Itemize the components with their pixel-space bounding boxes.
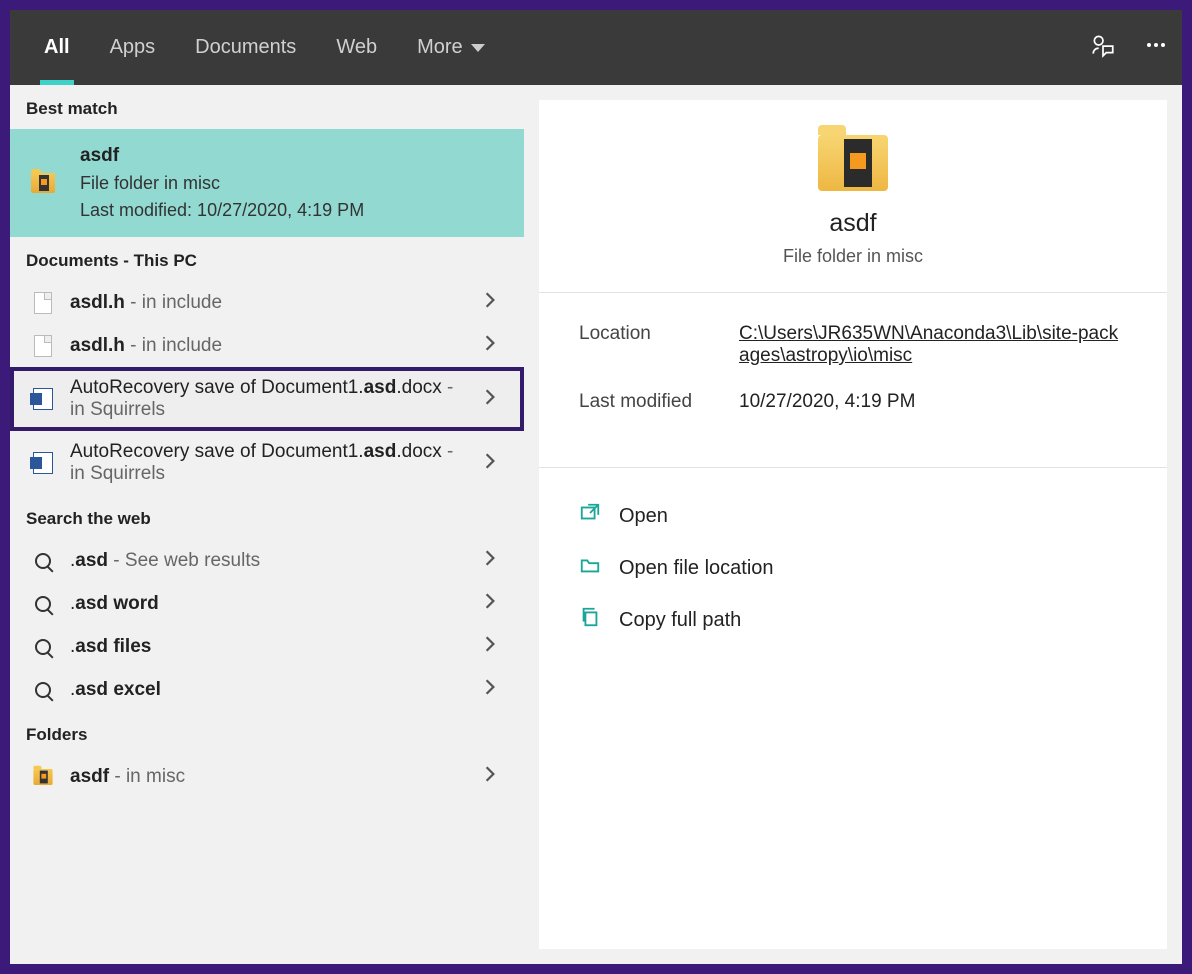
tab-documents[interactable]: Documents <box>175 10 316 85</box>
doc-result[interactable]: asdl.h - in include <box>10 281 524 324</box>
folder-icon-large <box>818 135 888 191</box>
best-match-header: Best match <box>10 85 524 129</box>
result-pre: AutoRecovery save of Document1. <box>70 377 364 398</box>
result-bold: asd <box>364 441 397 462</box>
search-icon <box>35 553 51 569</box>
word-file-icon <box>33 388 53 410</box>
best-match-modified: Last modified: 10/27/2020, 4:19 PM <box>80 200 494 221</box>
search-icon <box>35 682 51 698</box>
result-post: .docx <box>396 441 441 462</box>
filter-tabs: All Apps Documents Web More <box>24 10 505 85</box>
search-window: All Apps Documents Web More Best match <box>10 10 1182 964</box>
result-bold2: excel <box>113 679 161 700</box>
result-bold: asd <box>75 636 108 657</box>
file-icon <box>34 292 52 314</box>
action-open-location[interactable]: Open file location <box>579 542 1127 594</box>
web-result[interactable]: .asd excel <box>10 668 524 711</box>
folder-open-icon <box>579 554 619 582</box>
chevron-right-icon[interactable] <box>484 388 506 411</box>
result-name: asdl.h <box>70 292 125 313</box>
chevron-right-icon[interactable] <box>484 549 506 572</box>
preview-subtitle: File folder in misc <box>783 246 923 267</box>
chevron-right-icon[interactable] <box>484 592 506 615</box>
result-name: asdf <box>70 766 109 787</box>
result-bold: asd <box>75 593 108 614</box>
action-label: Copy full path <box>619 609 741 632</box>
folder-result[interactable]: asdf - in misc <box>10 755 524 798</box>
best-match-result[interactable]: asdf File folder in misc Last modified: … <box>10 129 524 237</box>
chevron-right-icon[interactable] <box>484 452 506 475</box>
result-pre: AutoRecovery save of Document1. <box>70 441 364 462</box>
chevron-right-icon[interactable] <box>484 334 506 357</box>
chevron-right-icon[interactable] <box>484 635 506 658</box>
word-file-icon <box>33 452 53 474</box>
result-post: .docx <box>396 377 441 398</box>
copy-icon <box>579 606 619 634</box>
documents-header: Documents - This PC <box>10 237 524 281</box>
result-suffix: - See web results <box>108 550 260 571</box>
result-loc: - in include <box>125 335 222 356</box>
result-name: asdl.h <box>70 335 125 356</box>
chevron-right-icon[interactable] <box>484 765 506 788</box>
tab-all[interactable]: All <box>24 10 90 85</box>
tab-more[interactable]: More <box>397 10 505 85</box>
result-bold: asd <box>75 679 108 700</box>
web-result[interactable]: .asd files <box>10 625 524 668</box>
chevron-right-icon[interactable] <box>484 291 506 314</box>
result-loc: - in misc <box>109 766 185 787</box>
search-icon <box>35 639 51 655</box>
action-copy-path[interactable]: Copy full path <box>579 594 1127 646</box>
modified-value: 10/27/2020, 4:19 PM <box>739 391 1127 413</box>
action-label: Open file location <box>619 557 774 580</box>
web-result[interactable]: .asd - See web results <box>10 539 524 582</box>
action-label: Open <box>619 505 668 528</box>
result-bold2: files <box>113 636 151 657</box>
chevron-right-icon[interactable] <box>484 678 506 701</box>
tab-apps[interactable]: Apps <box>90 10 176 85</box>
preview-title: asdf <box>829 209 876 238</box>
tab-more-label: More <box>417 36 463 59</box>
result-bold: asd <box>75 550 108 571</box>
file-icon <box>34 335 52 357</box>
folder-icon <box>31 173 55 193</box>
preview-panel: asdf File folder in misc Location C:\Use… <box>539 100 1167 949</box>
chevron-down-icon <box>471 44 485 52</box>
result-bold2: word <box>113 593 158 614</box>
preview-panel-wrap: asdf File folder in misc Location C:\Use… <box>524 85 1182 964</box>
folders-header: Folders <box>10 711 524 755</box>
header-bar: All Apps Documents Web More <box>10 10 1182 85</box>
preview-actions: Open Open file location Copy full path <box>539 468 1167 668</box>
preview-metadata: Location C:\Users\JR635WN\Anaconda3\Lib\… <box>539 293 1167 468</box>
tab-web[interactable]: Web <box>316 10 397 85</box>
location-label: Location <box>579 323 739 367</box>
feedback-icon[interactable] <box>1090 32 1116 63</box>
result-loc: - in include <box>125 292 222 313</box>
open-icon <box>579 502 619 530</box>
best-match-subtitle: File folder in misc <box>80 173 494 194</box>
location-value[interactable]: C:\Users\JR635WN\Anaconda3\Lib\site-pack… <box>739 323 1127 367</box>
web-header: Search the web <box>10 495 524 539</box>
ellipsis-icon[interactable] <box>1144 33 1168 62</box>
doc-result[interactable]: AutoRecovery save of Document1.asd.docx … <box>10 367 524 431</box>
doc-result[interactable]: AutoRecovery save of Document1.asd.docx … <box>10 431 524 495</box>
web-result[interactable]: .asd word <box>10 582 524 625</box>
doc-result[interactable]: asdl.h - in include <box>10 324 524 367</box>
best-match-title: asdf <box>80 145 494 167</box>
modified-label: Last modified <box>579 391 739 413</box>
results-panel: Best match asdf File folder in misc Last… <box>10 85 524 964</box>
result-bold: asd <box>364 377 397 398</box>
folder-icon <box>33 769 52 785</box>
action-open[interactable]: Open <box>579 490 1127 542</box>
search-icon <box>35 596 51 612</box>
